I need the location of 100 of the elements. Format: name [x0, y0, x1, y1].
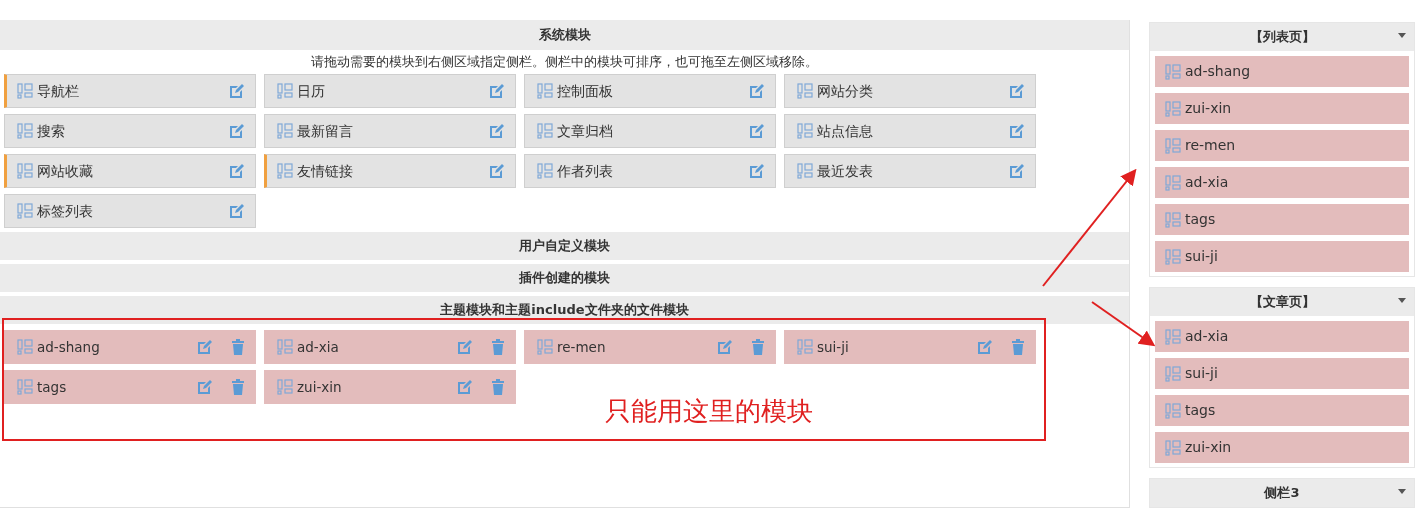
section-header: 主题模块和主题include文件夹的文件模块 [0, 295, 1129, 324]
module-icon [1165, 211, 1181, 228]
module-icon [797, 162, 813, 179]
caret-icon[interactable] [1398, 33, 1406, 38]
edit-icon[interactable] [749, 82, 765, 99]
sidebar-module[interactable]: tags [1155, 395, 1409, 426]
edit-icon[interactable] [717, 338, 733, 355]
module-card[interactable]: 导航栏 [4, 73, 256, 108]
module-icon [1165, 365, 1181, 382]
module-icon [1165, 100, 1181, 117]
edit-icon[interactable] [229, 202, 245, 219]
module-icon [17, 82, 33, 99]
edit-icon[interactable] [977, 338, 993, 355]
edit-icon[interactable] [1009, 82, 1025, 99]
module-icon [1165, 402, 1181, 419]
sidebar-module[interactable]: sui-ji [1155, 241, 1409, 272]
module-icon [537, 122, 553, 139]
sidebar-module[interactable]: re-men [1155, 130, 1409, 161]
panel-title: 【列表页】 [1249, 29, 1315, 44]
module-icon [537, 162, 553, 179]
trash-icon[interactable] [491, 338, 505, 355]
module-label: ad-shang [37, 337, 101, 357]
caret-icon[interactable] [1398, 298, 1406, 303]
module-label: zui-xin [297, 377, 343, 397]
module-label: 作者列表 [557, 161, 614, 181]
module-label: 最近发表 [817, 161, 874, 181]
module-card[interactable]: 标签列表 [4, 193, 256, 228]
edit-icon[interactable] [229, 162, 245, 179]
module-card[interactable]: 控制面板 [524, 73, 776, 108]
module-icon [277, 82, 293, 99]
module-card[interactable]: tags [4, 369, 256, 404]
sidebar-module[interactable]: ad-xia [1155, 321, 1409, 352]
edit-icon[interactable] [749, 162, 765, 179]
instruction-text: 请拖动需要的模块到右侧区域指定侧栏。侧栏中的模块可排序，也可拖至左侧区域移除。 [310, 53, 819, 71]
module-card[interactable]: 网站分类 [784, 73, 1036, 108]
edit-icon[interactable] [489, 82, 505, 99]
module-card[interactable]: 网站收藏 [4, 153, 256, 188]
module-label: 最新留言 [297, 121, 354, 141]
module-icon [537, 82, 553, 99]
module-label: re-men [557, 337, 607, 357]
trash-icon[interactable] [1011, 338, 1025, 355]
module-card[interactable]: ad-xia [264, 329, 516, 364]
edit-icon[interactable] [489, 162, 505, 179]
edit-icon[interactable] [197, 378, 213, 395]
module-icon [17, 202, 33, 219]
caret-icon[interactable] [1398, 489, 1406, 494]
module-icon [17, 162, 33, 179]
sidebar-module[interactable]: ad-xia [1155, 167, 1409, 198]
module-card[interactable]: 文章归档 [524, 113, 776, 148]
section-header: 用户自定义模块 [0, 231, 1129, 260]
edit-icon[interactable] [197, 338, 213, 355]
edit-icon[interactable] [457, 378, 473, 395]
module-card[interactable]: re-men [524, 329, 776, 364]
module-icon [17, 378, 33, 395]
module-label: 文章归档 [557, 121, 614, 141]
sidebar-module[interactable]: sui-ji [1155, 358, 1409, 389]
sidebar-module[interactable]: zui-xin [1155, 93, 1409, 124]
module-card[interactable]: ad-shang [4, 329, 256, 364]
module-card[interactable]: 最近发表 [784, 153, 1036, 188]
module-icon [797, 82, 813, 99]
module-icon [277, 378, 293, 395]
module-card[interactable]: zui-xin [264, 369, 516, 404]
sidebar-module[interactable]: ad-shang [1155, 56, 1409, 87]
sidebar-module[interactable]: tags [1155, 204, 1409, 235]
module-label: 搜索 [37, 121, 66, 141]
module-label: ad-xia [1185, 327, 1229, 346]
trash-icon[interactable] [491, 378, 505, 395]
edit-icon[interactable] [1009, 162, 1025, 179]
edit-icon[interactable] [749, 122, 765, 139]
trash-icon[interactable] [231, 378, 245, 395]
module-icon [1165, 174, 1181, 191]
module-label: 网站收藏 [37, 161, 94, 181]
section-header: 系统模块 [0, 20, 1129, 50]
trash-icon[interactable] [751, 338, 765, 355]
module-label: sui-ji [817, 337, 850, 357]
trash-icon[interactable] [231, 338, 245, 355]
module-card[interactable]: 最新留言 [264, 113, 516, 148]
edit-icon[interactable] [1009, 122, 1025, 139]
module-label: 站点信息 [817, 121, 874, 141]
edit-icon[interactable] [489, 122, 505, 139]
module-card[interactable]: 作者列表 [524, 153, 776, 188]
module-card[interactable]: 友情链接 [264, 153, 516, 188]
module-card[interactable]: 搜索 [4, 113, 256, 148]
module-icon [277, 162, 293, 179]
module-card[interactable]: 日历 [264, 73, 516, 108]
module-label: sui-ji [1185, 247, 1218, 266]
edit-icon[interactable] [457, 338, 473, 355]
module-icon [1165, 439, 1181, 456]
sidebar-module[interactable]: zui-xin [1155, 432, 1409, 463]
edit-icon[interactable] [229, 82, 245, 99]
module-card[interactable]: 站点信息 [784, 113, 1036, 148]
module-label: re-men [1185, 136, 1236, 155]
module-label: 导航栏 [37, 81, 80, 101]
module-icon [1165, 137, 1181, 154]
module-card[interactable]: sui-ji [784, 329, 1036, 364]
module-icon [277, 338, 293, 355]
module-label: ad-xia [297, 337, 340, 357]
module-icon [17, 122, 33, 139]
edit-icon[interactable] [229, 122, 245, 139]
module-icon [797, 338, 813, 355]
